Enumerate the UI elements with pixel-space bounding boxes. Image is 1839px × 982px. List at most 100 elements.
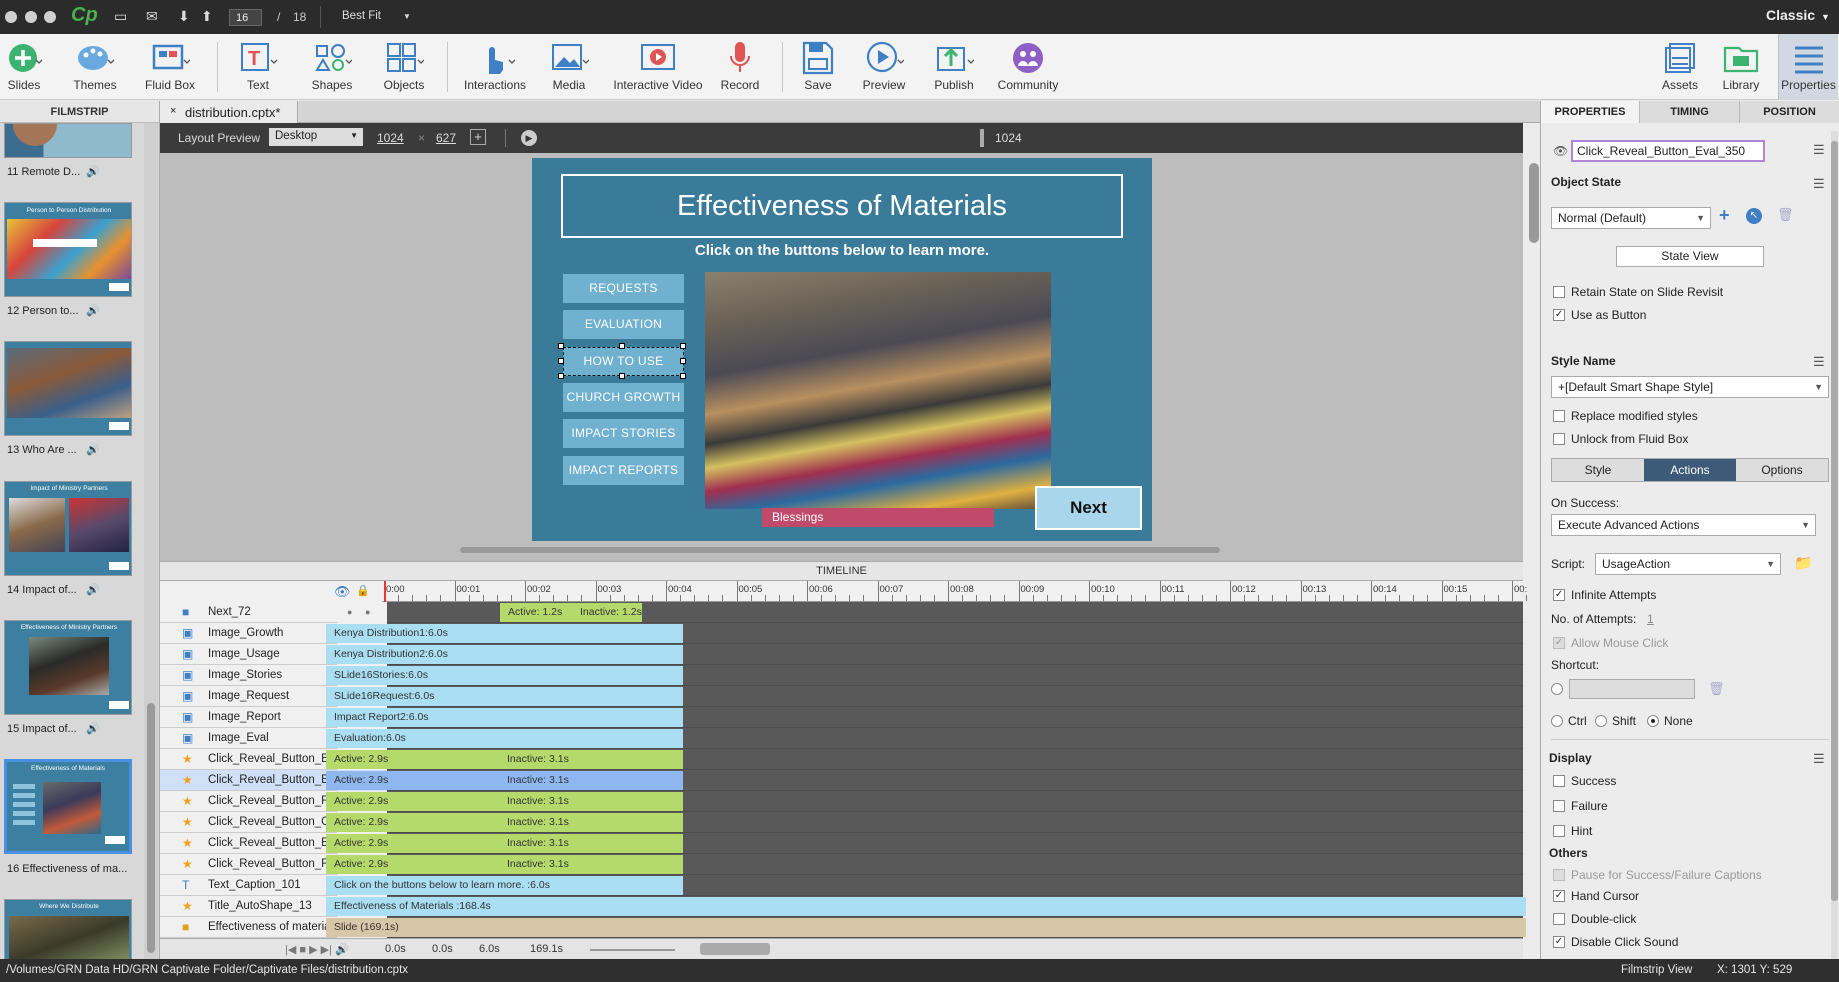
zoom-window-icon[interactable]: [44, 11, 56, 23]
filmstrip-scrollbar[interactable]: [144, 123, 158, 959]
timeline-row[interactable]: Image_Usage▣ ● ●Kenya Distribution2:6.0s: [160, 644, 1523, 665]
themes-button[interactable]: Themes: [68, 34, 122, 100]
properties-button[interactable]: Properties: [1778, 34, 1838, 100]
slide-subtitle[interactable]: Click on the buttons below to learn more…: [532, 242, 1152, 259]
timeline-row[interactable]: Text_Caption_101T ● ●Click on the button…: [160, 875, 1523, 896]
slide-thumbnail-12[interactable]: Person to Person Distribution: [4, 202, 132, 297]
disable-sound-checkbox[interactable]: ✓: [1553, 936, 1565, 948]
clear-shortcut-icon[interactable]: 🗑: [1708, 681, 1725, 697]
timeline-row[interactable]: Image_Stories▣ ● ●SLide16Stories:6.0s: [160, 665, 1523, 686]
timeline-active-bar[interactable]: Active: 2.9s: [326, 792, 499, 811]
close-window-icon[interactable]: [5, 11, 17, 23]
script-select[interactable]: UsageAction ▼: [1595, 553, 1781, 575]
height-field[interactable]: 627: [436, 131, 456, 145]
lock-icon[interactable]: 🔒: [356, 584, 370, 597]
stage-scrollbar-vertical[interactable]: [1529, 163, 1539, 243]
timeline-inactive-bar[interactable]: Inactive: 1.2s: [572, 603, 642, 622]
timeline-item-bar[interactable]: Evaluation:6.0s: [326, 729, 683, 748]
fluid-box-button[interactable]: Fluid Box: [140, 34, 200, 100]
zoom-select[interactable]: Best Fit ▼: [342, 10, 411, 22]
display-menu-icon[interactable]: ☰: [1813, 751, 1825, 767]
text-button[interactable]: T Text: [234, 34, 282, 100]
zoom-slider[interactable]: [590, 949, 675, 951]
blessings-caption[interactable]: Blessings: [762, 508, 994, 527]
timeline-row[interactable]: Image_Eval▣ ● ●Evaluation:6.0s: [160, 728, 1523, 749]
timeline-row[interactable]: Click_Reveal_Button_Eva...★ ● ●Active: 2…: [160, 749, 1523, 770]
breakpoint-handle[interactable]: [980, 129, 984, 147]
timeline-active-bar[interactable]: Active: 2.9s: [326, 834, 499, 853]
style-name-select[interactable]: +[Default Smart Shape Style] ▼: [1551, 376, 1829, 398]
slide-thumbnail-16-selected[interactable]: Effectiveness of Materials: [4, 759, 132, 854]
workspace-select[interactable]: Classic ▼: [1766, 7, 1830, 23]
failure-checkbox[interactable]: [1553, 800, 1565, 812]
add-breakpoint-icon[interactable]: +: [470, 129, 486, 145]
object-state-select[interactable]: Normal (Default) ▼: [1551, 207, 1711, 229]
use-as-button-checkbox[interactable]: ✓: [1553, 309, 1565, 321]
timeline-scrollbar[interactable]: [700, 943, 770, 955]
timeline-item-bar[interactable]: Kenya Distribution2:6.0s: [326, 645, 683, 664]
retain-state-checkbox[interactable]: [1553, 286, 1565, 298]
properties-scrollbar[interactable]: [1831, 131, 1838, 971]
publish-button[interactable]: Publish: [928, 34, 980, 100]
timeline-active-bar[interactable]: Active: 2.9s: [326, 855, 499, 874]
mail-icon[interactable]: ✉: [146, 8, 158, 25]
timeline-row[interactable]: Title_AutoShape_13★ ● ●Effectiveness of …: [160, 896, 1526, 917]
timeline-active-bar[interactable]: Active: 1.2s: [500, 603, 572, 622]
slide-title[interactable]: Effectiveness of Materials: [561, 174, 1123, 238]
slide-thumbnail-15[interactable]: Effectiveness of Ministry Partners: [4, 620, 132, 715]
church-growth-button[interactable]: CHURCH GROWTH: [563, 383, 684, 412]
subtab-options[interactable]: Options: [1736, 459, 1828, 481]
timeline-item-bar[interactable]: Slide (169.1s): [326, 918, 1526, 937]
hand-cursor-checkbox[interactable]: ✓: [1553, 890, 1565, 902]
timeline-row[interactable]: Click_Reveal_Button_Eva...★ ● ●Active: 2…: [160, 770, 1523, 791]
subtab-style[interactable]: Style: [1552, 459, 1644, 481]
evaluation-button[interactable]: EVALUATION: [563, 310, 684, 339]
page-number-input[interactable]: 16: [229, 9, 262, 26]
next-button[interactable]: Next: [1035, 486, 1142, 530]
interactive-video-button[interactable]: Interactive Video: [610, 34, 706, 100]
assets-button[interactable]: Assets: [1655, 34, 1705, 100]
preview-button[interactable]: Preview: [858, 34, 910, 100]
timeline-row[interactable]: Click_Reveal_Button_Gr...★ ● ●Active: 2.…: [160, 812, 1523, 833]
timeline-row[interactable]: Image_Report▣ ● ●Impact Report2:6.0s: [160, 707, 1523, 728]
delete-state-icon[interactable]: 🗑: [1777, 207, 1794, 223]
timeline-active-bar[interactable]: Active: 2.9s: [326, 750, 499, 769]
timeline-inactive-bar[interactable]: Inactive: 3.1s: [499, 813, 683, 832]
timeline-row[interactable]: Effectiveness of materials■ ● ●Slide (16…: [160, 917, 1526, 938]
slideshow-icon[interactable]: ▭: [114, 8, 127, 25]
state-view-button[interactable]: State View: [1616, 246, 1764, 267]
record-button[interactable]: Record: [716, 34, 764, 100]
add-state-icon[interactable]: +: [1719, 205, 1730, 226]
timeline-item-bar[interactable]: Click on the buttons below to learn more…: [326, 876, 683, 895]
attempts-value[interactable]: 1: [1647, 612, 1654, 626]
slide-photo[interactable]: [705, 272, 1051, 509]
timeline-inactive-bar[interactable]: Inactive: 3.1s: [499, 855, 683, 874]
timeline-active-bar[interactable]: Active: 2.9s: [326, 771, 499, 790]
unlock-fluid-checkbox[interactable]: [1553, 433, 1565, 445]
save-button[interactable]: Save: [794, 34, 842, 100]
slide-label-13[interactable]: 13 Who Are ...: [7, 444, 77, 456]
timeline-item-bar[interactable]: Impact Report2:6.0s: [326, 708, 683, 727]
selection-handles[interactable]: [558, 343, 686, 379]
timeline-active-bar[interactable]: Active: 2.9s: [326, 813, 499, 832]
slide-label-15[interactable]: 15 Impact of...: [7, 723, 77, 735]
objects-button[interactable]: Objects: [379, 34, 429, 100]
tab-position[interactable]: POSITION: [1740, 101, 1839, 123]
on-success-select[interactable]: Execute Advanced Actions ▼: [1551, 514, 1816, 536]
visibility-icon[interactable]: 👁: [1553, 144, 1568, 158]
options-menu-icon[interactable]: ☰: [1813, 142, 1825, 158]
timeline-item-bar[interactable]: Effectiveness of Materials :168.4s: [326, 897, 1526, 916]
timeline-row[interactable]: Image_Request▣ ● ●SLide16Request:6.0s: [160, 686, 1523, 707]
subtab-actions[interactable]: Actions: [1644, 459, 1736, 481]
slides-button[interactable]: Slides: [0, 34, 48, 100]
timeline-row[interactable]: Click_Reveal_Button_Re...★ ● ●Active: 2.…: [160, 854, 1523, 875]
slide-thumbnail-13[interactable]: [4, 341, 132, 436]
success-checkbox[interactable]: [1553, 775, 1565, 787]
tab-properties[interactable]: PROPERTIES: [1541, 101, 1640, 123]
shift-radio[interactable]: [1595, 715, 1607, 727]
timeline-row[interactable]: Click_Reveal_Button_Eval★ ● ●Active: 2.9…: [160, 833, 1523, 854]
slide-thumbnail-11[interactable]: [4, 123, 132, 158]
close-tab-icon[interactable]: ×: [170, 105, 176, 117]
replace-styles-checkbox[interactable]: [1553, 410, 1565, 422]
timeline-inactive-bar[interactable]: Inactive: 3.1s: [499, 750, 683, 769]
